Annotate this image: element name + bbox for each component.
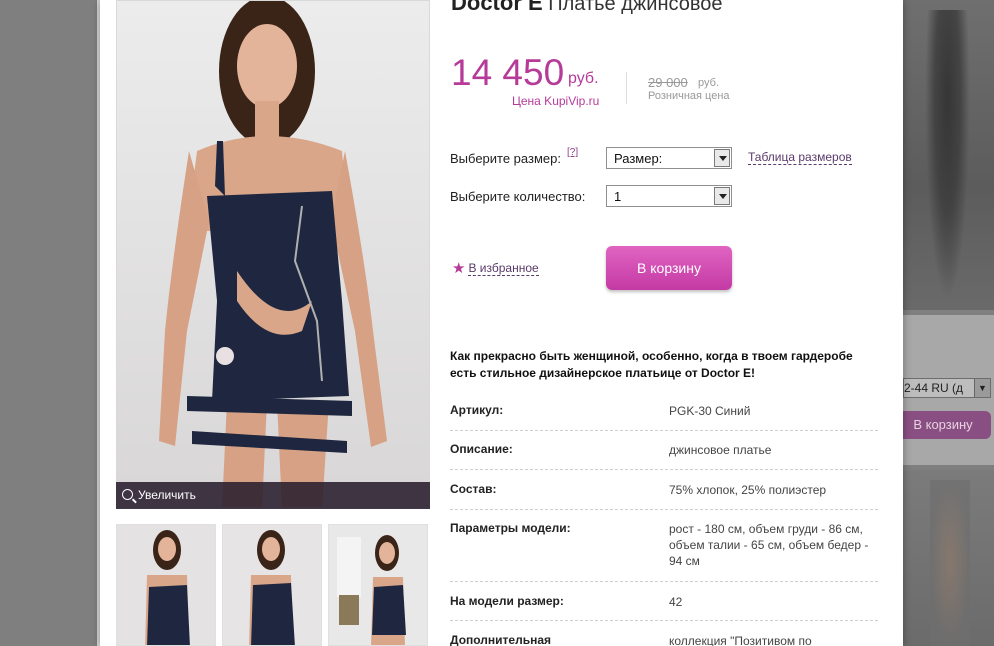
size-table-link[interactable]: Таблица размеров: [748, 150, 852, 165]
old-price-label: Розничная цена: [648, 90, 730, 102]
size-select[interactable]: Размер:: [606, 147, 732, 169]
spec-key: Параметры модели:: [450, 521, 571, 535]
zoom-button[interactable]: Увеличить: [116, 482, 430, 509]
product-description: Как прекрасно быть женщиной, особенно, к…: [450, 349, 853, 380]
main-product-photo[interactable]: [116, 0, 430, 508]
thumbnail-1[interactable]: [116, 524, 216, 646]
spec-key: Дополнительная: [450, 633, 552, 646]
favorite-link[interactable]: ★ В избранное: [452, 258, 539, 277]
thumbnail-3[interactable]: [328, 524, 428, 646]
chevron-down-icon: [714, 187, 730, 205]
size-help-link[interactable]: [?]: [567, 147, 578, 158]
background-model-figure-2: [930, 480, 970, 646]
price-divider: [626, 72, 627, 104]
magnifier-icon: [122, 489, 133, 500]
price-label: Цена KupiVip.ru: [512, 94, 600, 108]
spec-value: рост - 180 см, объем груди - 86 см, объе…: [669, 522, 869, 568]
spec-key: На модели размер:: [450, 594, 564, 608]
spec-key: Состав:: [450, 482, 497, 496]
price-currency: руб.: [568, 70, 599, 87]
thumbnail-2[interactable]: [222, 524, 322, 646]
spec-value: 42: [669, 595, 683, 609]
quantity-label: Выберите количество:: [450, 189, 586, 204]
spec-key: Артикул:: [450, 403, 504, 417]
price-value: 14 450: [451, 52, 565, 93]
spec-row: На модели размер: 42: [450, 594, 878, 621]
quantity-select[interactable]: 1: [606, 185, 732, 207]
size-label: Выберите размер:: [450, 151, 561, 166]
background-model-figure: [925, 10, 970, 300]
add-to-cart-button[interactable]: В корзину: [606, 246, 732, 290]
background-cart-button: В корзину: [895, 411, 991, 439]
spec-row: Параметры модели: рост - 180 см, объем г…: [450, 521, 878, 582]
chevron-down-icon: [714, 149, 730, 167]
spec-value: коллекция "Позитивом по: [669, 634, 812, 646]
spec-key: Описание:: [450, 442, 513, 456]
spec-value: 75% хлопок, 25% полиэстер: [669, 483, 827, 497]
spec-value: джинсовое платье: [669, 443, 772, 457]
product-brand: Doctor E: [451, 0, 543, 15]
chevron-down-icon: ▼: [974, 379, 990, 397]
spec-row: Описание: джинсовое платье: [450, 442, 878, 470]
spec-row: Артикул: PGK-30 Синий: [450, 403, 878, 431]
product-name: Платье джинсовое: [548, 0, 723, 15]
spec-row: Дополнительная коллекция "Позитивом по: [450, 633, 878, 646]
star-icon: ★: [452, 260, 466, 277]
old-price-currency: руб.: [698, 77, 719, 89]
product-title: Doctor E Платье джинсовое: [451, 0, 723, 16]
background-size-select: 2-44 RU (д ▼: [903, 378, 991, 398]
old-price-value: 29 000: [648, 75, 688, 90]
spec-row: Состав: 75% хлопок, 25% полиэстер: [450, 482, 878, 510]
spec-value: PGK-30 Синий: [669, 404, 751, 418]
